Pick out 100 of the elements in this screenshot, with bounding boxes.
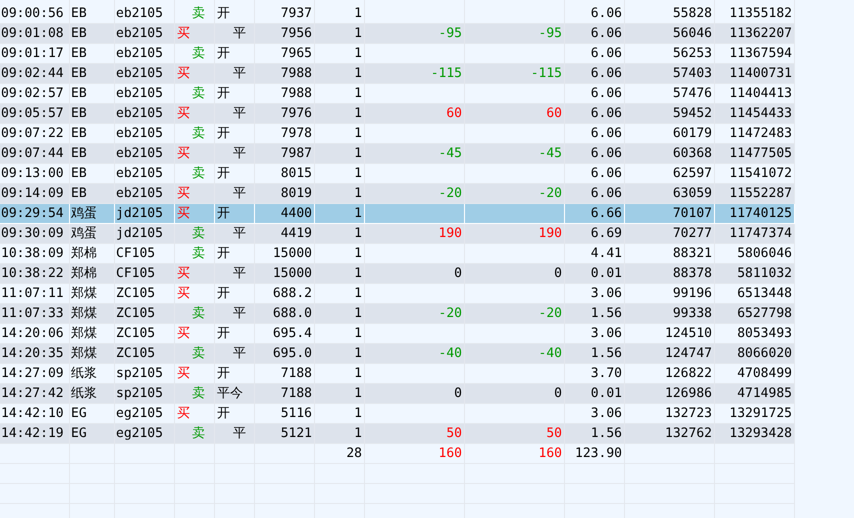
table-row[interactable]: 09:29:54 鸡蛋 jd2105 买 开 4400 1 6.66 70107 11740125 [0, 204, 795, 224]
table-cell-text: eb2105 [116, 105, 163, 123]
table-cell-text: 09:07:44 [1, 145, 64, 163]
table-cell-text: 695.0 [272, 345, 312, 363]
table-cell-text: eb2105 [116, 85, 163, 103]
table-cell-text: 6.06 [590, 165, 622, 183]
table-cell-text: 14:20:06 [1, 325, 64, 343]
table-cell-text: 60 [546, 105, 562, 123]
table-cell-text: EB [71, 165, 87, 183]
table-cell-text: 6513448 [737, 285, 792, 303]
table-cell-text: 124747 [665, 345, 712, 363]
table-cell-text: eb2105 [116, 45, 163, 63]
table-row[interactable]: 09:14:09 EB eb2105 买 平 8019 1 -20 -20 6.06 63059 11552287 [0, 184, 795, 204]
table-cell-text: 160 [438, 445, 462, 463]
table-cell-text: 09:02:57 [1, 85, 64, 103]
table-cell-text: 14:27:09 [1, 365, 64, 383]
table-cell-text: 1 [354, 145, 362, 163]
table-row[interactable]: 10:38:09 郑棉 CF105 卖 开 15000 1 4.41 88321 5806046 [0, 244, 795, 264]
table-cell-text: 88378 [672, 265, 712, 283]
table-row[interactable]: 09:01:17 EB eb2105 卖 开 7965 1 6.06 56253 11367594 [0, 44, 795, 64]
table-cell-text: 卖 [192, 125, 205, 143]
table-cell-text: 7978 [280, 125, 312, 143]
table-cell-text: 平 [233, 425, 246, 443]
table-cell-text: 1 [354, 265, 362, 283]
table-cell-text: 28 [346, 445, 362, 463]
table-cell-text: 开 [217, 165, 230, 183]
table-row[interactable]: 09:07:22 EB eb2105 卖 开 7978 1 6.06 60179 11472483 [0, 124, 795, 144]
table-row[interactable]: 09:02:44 EB eb2105 买 平 7988 1 -115 -115 6.06 57403 11400731 [0, 64, 795, 84]
table-cell-text: 59452 [672, 105, 712, 123]
table-cell-text: 纸浆 [71, 365, 97, 383]
table-row[interactable]: 11:07:33 郑煤 ZC105 卖 平 688.0 1 -20 -20 1.56 99338 6527798 [0, 304, 795, 324]
table-cell-text: 1.56 [590, 305, 622, 323]
table-cell-text: 3.06 [590, 285, 622, 303]
table-cell-text: 8015 [280, 165, 312, 183]
table-cell-text: 买 [177, 285, 190, 303]
table-row[interactable]: 09:00:56 EB eb2105 卖 开 7937 1 6.06 55828 11355182 [0, 4, 795, 24]
table-cell-text: eb2105 [116, 125, 163, 143]
table-row[interactable]: 14:27:42 纸浆 sp2105 卖 平今 7188 1 0 0 0.01 126986 4714985 [0, 384, 795, 404]
table-cell-text: 09:01:17 [1, 45, 64, 63]
table-cell-text: eb2105 [116, 185, 163, 203]
table-row[interactable]: 14:42:19 EG eg2105 卖 平 5121 1 50 50 1.56 132762 13293428 [0, 424, 795, 444]
table-cell-text: 0 [554, 265, 562, 283]
table-cell-text: 开 [217, 325, 230, 343]
table-cell-text: 1 [354, 185, 362, 203]
table-cell-text: 1 [354, 285, 362, 303]
table-row[interactable]: 09:07:44 EB eb2105 买 平 7987 1 -45 -45 6.06 60368 11477505 [0, 144, 795, 164]
table-cell-text: 6.06 [590, 145, 622, 163]
table-cell-text: 11367594 [729, 45, 792, 63]
table-cell-text: 09:13:00 [1, 165, 64, 183]
table-cell-text: 1 [354, 5, 362, 23]
table-cell-text: 平 [233, 225, 246, 243]
table-row[interactable]: 09:30:09 鸡蛋 jd2105 卖 平 4419 1 190 190 6.69 70277 11747374 [0, 224, 795, 244]
table-row[interactable]: 09:01:08 EB eb2105 买 平 7956 1 -95 -95 6.06 56046 11362207 [0, 24, 795, 44]
table-cell-text: 6.06 [590, 25, 622, 43]
table-cell-text: 09:30:09 [1, 225, 64, 243]
table-row[interactable]: 09:02:57 EB eb2105 卖 开 7988 1 6.06 57476 11404413 [0, 84, 795, 104]
table-cell-text: 56046 [672, 25, 712, 43]
table-cell-text: -45 [538, 145, 562, 163]
table-cell-text: 7956 [280, 25, 312, 43]
table-row[interactable]: 09:13:00 EB eb2105 卖 开 8015 1 6.06 62597 11541072 [0, 164, 795, 184]
table-cell-text: 10:38:09 [1, 245, 64, 263]
table-cell-text: 62597 [672, 165, 712, 183]
table-row[interactable]: 14:20:06 郑煤 ZC105 买 开 695.4 1 3.06 124510 8053493 [0, 324, 795, 344]
table-cell-text: 1 [354, 385, 362, 403]
table-cell-text: EG [71, 405, 87, 423]
table-row[interactable]: 14:20:35 郑煤 ZC105 卖 平 695.0 1 -40 -40 1.56 124747 8066020 [0, 344, 795, 364]
table-cell-text: 4.41 [590, 245, 622, 263]
table-cell-text: 0.01 [590, 385, 622, 403]
table-cell-text: 50 [446, 425, 462, 443]
table-cell-text: 11477505 [729, 145, 792, 163]
table-cell-text: 11552287 [729, 185, 792, 203]
table-cell-text: 8053493 [737, 325, 792, 343]
table-cell-text: 0 [454, 265, 462, 283]
table-cell-text: 郑煤 [71, 345, 97, 363]
table-cell-text: -45 [438, 145, 462, 163]
table-cell-text: 鸡蛋 [71, 225, 97, 243]
table-cell-text: 09:29:54 [1, 205, 64, 223]
table-cell-text: 6.06 [590, 105, 622, 123]
table-cell-text: -95 [438, 25, 462, 43]
table-cell-text: 买 [177, 145, 190, 163]
table-cell-text: 6.66 [590, 205, 622, 223]
table-row[interactable]: 14:27:09 纸浆 sp2105 买 开 7188 1 3.70 126822 4708499 [0, 364, 795, 384]
table-cell-text: 11740125 [729, 205, 792, 223]
table-cell-text: 132723 [665, 405, 712, 423]
table-cell-text: -95 [538, 25, 562, 43]
table-cell-text: 1 [354, 65, 362, 83]
table-cell-text: EB [71, 25, 87, 43]
table-cell-text: 1 [354, 325, 362, 343]
table-cell-text: 纸浆 [71, 385, 97, 403]
table-row[interactable]: 11:07:11 郑煤 ZC105 买 开 688.2 1 3.06 99196 6513448 [0, 284, 795, 304]
table-row[interactable]: 10:38:22 郑棉 CF105 买 平 15000 1 0 0 0.01 88378 5811032 [0, 264, 795, 284]
table-row[interactable]: 09:05:57 EB eb2105 买 平 7976 1 60 60 6.06 59452 11454433 [0, 104, 795, 124]
table-cell-text: 卖 [192, 425, 205, 443]
table-cell-text: 6.06 [590, 85, 622, 103]
table-row[interactable]: 14:42:10 EG eg2105 买 开 5116 1 3.06 132723 13291725 [0, 404, 795, 424]
table-cell-text: ZC105 [116, 285, 156, 303]
table-cell-text: 3.06 [590, 405, 622, 423]
table-cell-text: 5121 [280, 425, 312, 443]
table-cell-text: 11362207 [729, 25, 792, 43]
table-cell-text: 4400 [280, 205, 312, 223]
